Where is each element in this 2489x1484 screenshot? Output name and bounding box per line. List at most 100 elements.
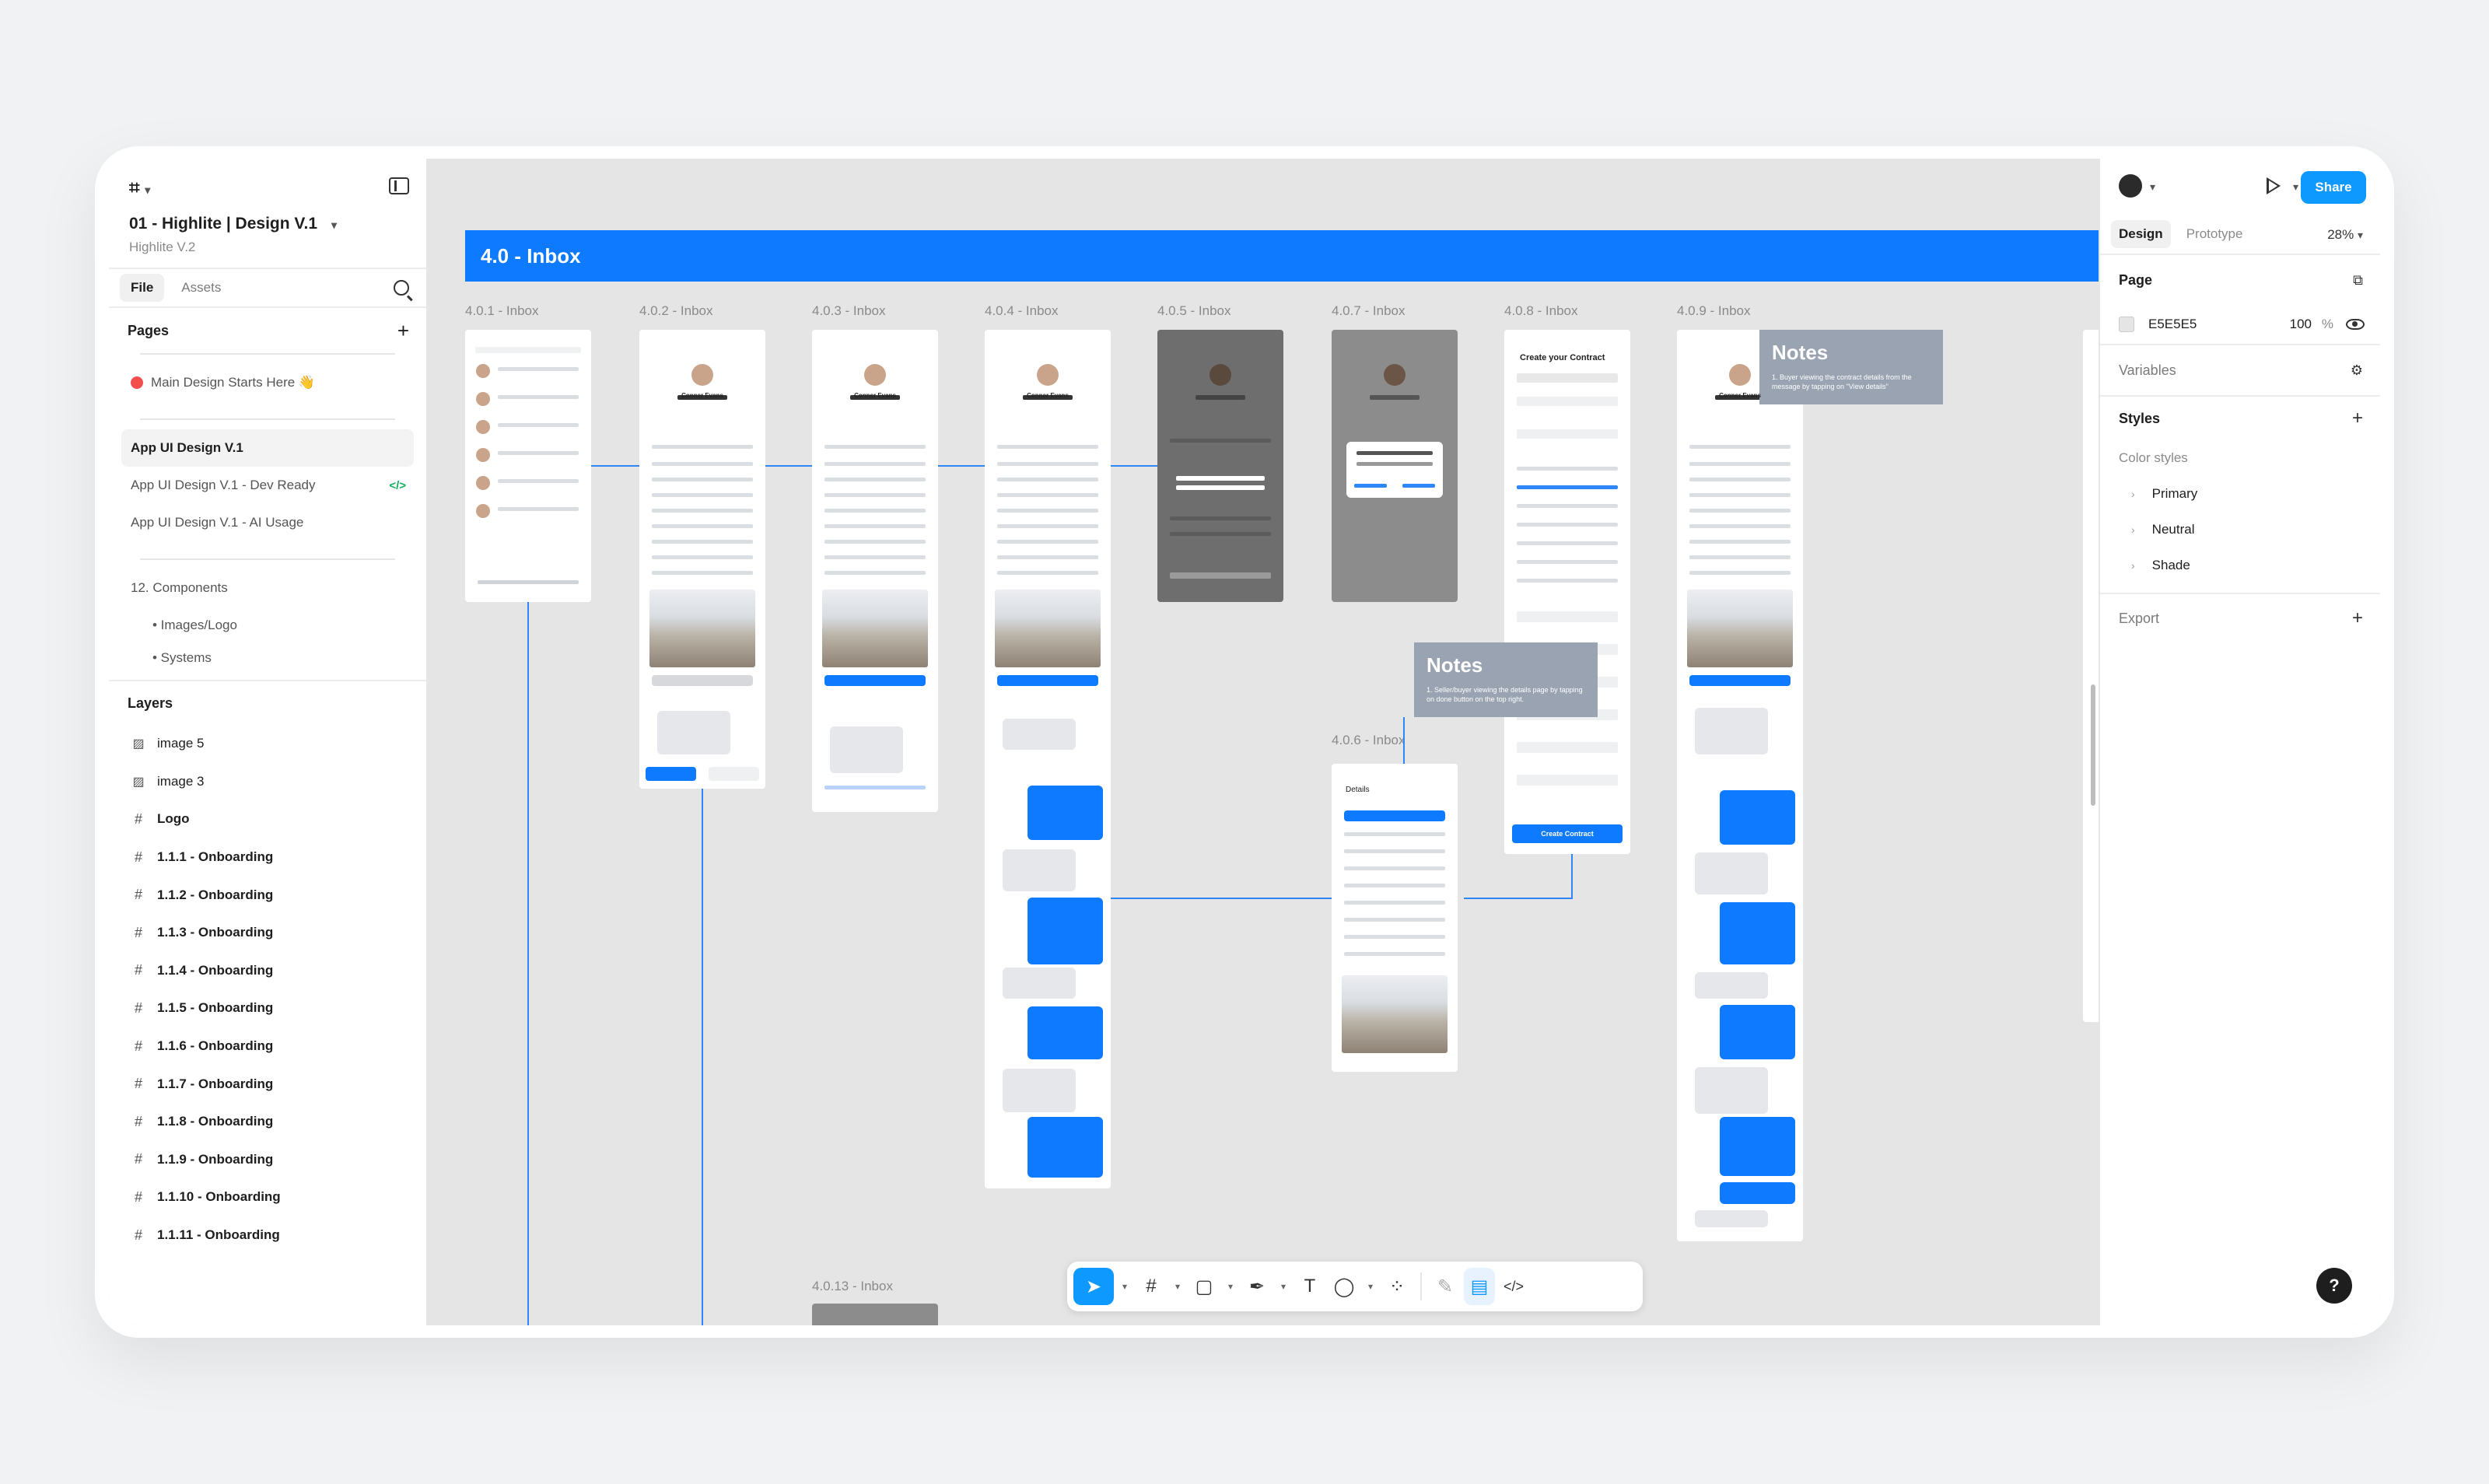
frame-label[interactable]: 4.0.2 - Inbox xyxy=(639,303,713,319)
layer-item[interactable]: ▨ image 3 xyxy=(109,763,426,801)
color-swatch[interactable] xyxy=(2119,317,2134,332)
frame-label[interactable]: 4.0.4 - Inbox xyxy=(985,303,1059,319)
screen-4-0-4[interactable] xyxy=(985,330,1111,1188)
create-contract-button[interactable]: Create Contract xyxy=(1511,824,1623,843)
notes-card[interactable]: Notes 1. Seller/buyer viewing the detail… xyxy=(1414,642,1598,717)
layer-item[interactable]: # Logo xyxy=(109,800,426,838)
screen-4-0-7[interactable] xyxy=(1332,330,1458,602)
screen-4-0-9[interactable] xyxy=(1677,330,1803,1241)
add-page-icon[interactable]: + xyxy=(397,320,409,341)
layer-item[interactable]: #1.1.10 - Onboarding xyxy=(109,1178,426,1216)
export-header[interactable]: Export + xyxy=(2100,593,2380,642)
text-tool-icon[interactable]: T xyxy=(1294,1268,1325,1305)
screen-4-0-3[interactable] xyxy=(812,330,938,812)
page-color-value[interactable]: E5E5E5 xyxy=(2148,317,2197,332)
chevron-down-icon[interactable]: ▾ xyxy=(1363,1268,1378,1305)
variables-header[interactable]: Variables ⚙ xyxy=(2100,345,2380,395)
tab-design[interactable]: Design xyxy=(2111,220,2171,248)
chevron-down-icon[interactable]: ▾ xyxy=(2150,180,2155,194)
search-icon[interactable] xyxy=(394,280,409,296)
screen-4-0-13[interactable] xyxy=(812,1304,938,1325)
layer-item[interactable]: #1.1.6 - Onboarding xyxy=(109,1027,426,1066)
frame-icon: # xyxy=(134,1188,142,1205)
frame-label[interactable]: 4.0.13 - Inbox xyxy=(812,1279,893,1294)
layer-item[interactable]: #1.1.8 - Onboarding xyxy=(109,1103,426,1141)
layer-label: 1.1.11 - Onboarding xyxy=(157,1227,280,1243)
page-item-components[interactable]: 12. Components xyxy=(121,569,414,607)
layer-item[interactable]: #1.1.9 - Onboarding xyxy=(109,1141,426,1179)
style-group-shade[interactable]: › Shade xyxy=(2100,548,2380,583)
design-mode-icon[interactable]: ▤ xyxy=(1464,1268,1495,1305)
share-button[interactable]: Share xyxy=(2301,171,2366,204)
present-play-icon[interactable] xyxy=(2267,177,2281,194)
screen-4-0-6[interactable]: Details xyxy=(1332,764,1458,1072)
frame-label[interactable]: 4.0.1 - Inbox xyxy=(465,303,539,319)
style-group-neutral[interactable]: › Neutral xyxy=(2100,512,2380,548)
section-title[interactable]: 4.0 - Inbox xyxy=(465,230,2099,282)
page-item-main-design[interactable]: Main Design Starts Here 👋 xyxy=(121,364,414,401)
notes-title: Notes xyxy=(1772,341,1829,364)
add-export-icon[interactable]: + xyxy=(2352,607,2363,629)
page-section-header: Page ⧉ xyxy=(2119,271,2363,289)
layer-item[interactable]: #1.1.1 - Onboarding xyxy=(109,838,426,877)
add-style-icon[interactable]: + xyxy=(2352,408,2363,429)
frame-label[interactable]: 4.0.3 - Inbox xyxy=(812,303,886,319)
page-item-systems[interactable]: • Systems xyxy=(121,644,414,672)
chevron-down-icon[interactable]: ▾ xyxy=(1117,1268,1132,1305)
zoom-level[interactable]: 28% ▾ xyxy=(2327,227,2363,243)
percent-sign: % xyxy=(2321,317,2333,331)
frame-label[interactable]: 4.0.5 - Inbox xyxy=(1157,303,1231,319)
chevron-down-icon[interactable]: ▾ xyxy=(1223,1268,1238,1305)
tab-prototype[interactable]: Prototype xyxy=(2179,220,2251,248)
page-item-images-logo[interactable]: • Images/Logo xyxy=(121,607,414,644)
rectangle-tool-icon[interactable]: ▢ xyxy=(1188,1268,1220,1305)
design-canvas[interactable]: 4.0 - Inbox 4.0.1 - Inbox 4.0.2 - Inbox … xyxy=(428,159,2099,1325)
move-tool-icon[interactable]: ➤ xyxy=(1073,1268,1114,1305)
page-item-app-ui-design[interactable]: App UI Design V.1 xyxy=(121,429,414,467)
dev-mode-icon: </> xyxy=(389,478,406,492)
pages-header: Pages + xyxy=(109,306,426,353)
tab-assets[interactable]: Assets xyxy=(170,274,232,302)
layer-item[interactable]: #1.1.4 - Onboarding xyxy=(109,952,426,990)
layer-item[interactable]: #1.1.2 - Onboarding xyxy=(109,876,426,914)
resources-tool-icon[interactable]: ⁘ xyxy=(1381,1268,1413,1305)
dev-mode-icon[interactable]: </> xyxy=(1498,1268,1529,1305)
comment-tool-icon[interactable]: ◯ xyxy=(1329,1268,1360,1305)
help-button[interactable]: ? xyxy=(2316,1268,2352,1304)
frame-label[interactable]: 4.0.7 - Inbox xyxy=(1332,303,1406,319)
file-title[interactable]: 01 - Highlite | Design V.1 ▾ xyxy=(129,215,337,233)
screen-4-0-8[interactable]: Create your Contract Create Contract xyxy=(1504,330,1630,854)
screen-4-0-5[interactable] xyxy=(1157,330,1283,602)
page-opacity-value[interactable]: 100 xyxy=(2290,317,2312,332)
screen-partial[interactable] xyxy=(2083,330,2099,1022)
page-settings-icon[interactable]: ⧉ xyxy=(2353,272,2363,289)
variables-icon[interactable]: ⚙ xyxy=(2351,362,2363,379)
tab-file[interactable]: File xyxy=(120,274,165,302)
eye-icon[interactable] xyxy=(2346,319,2365,330)
frame-label[interactable]: 4.0.8 - Inbox xyxy=(1504,303,1578,319)
page-item-ai-usage[interactable]: App UI Design V.1 - AI Usage xyxy=(121,504,414,541)
frame-tool-icon[interactable]: # xyxy=(1136,1268,1167,1305)
page-item-dev-ready[interactable]: App UI Design V.1 - Dev Ready </> xyxy=(121,467,414,504)
avatar[interactable] xyxy=(2119,174,2142,198)
layer-item[interactable]: #1.1.3 - Onboarding xyxy=(109,914,426,952)
frame-label[interactable]: 4.0.6 - Inbox xyxy=(1332,733,1406,748)
layer-item[interactable]: #1.1.11 - Onboarding xyxy=(109,1216,426,1255)
draw-mode-icon[interactable]: ✎ xyxy=(1430,1268,1461,1305)
pen-tool-icon[interactable]: ✒ xyxy=(1241,1268,1273,1305)
style-group-primary[interactable]: › Primary xyxy=(2100,476,2380,512)
chevron-right-icon: › xyxy=(2131,523,2135,536)
canvas-scrollbar[interactable] xyxy=(2091,684,2095,806)
frame-label[interactable]: 4.0.9 - Inbox xyxy=(1677,303,1751,319)
layer-item[interactable]: #1.1.5 - Onboarding xyxy=(109,989,426,1027)
page-fill-row[interactable]: E5E5E5 100 % xyxy=(2100,305,2380,345)
figma-menu-icon[interactable]: ⌗ ▾ xyxy=(129,177,150,199)
screen-4-0-1[interactable] xyxy=(465,330,591,602)
chevron-down-icon[interactable]: ▾ xyxy=(2293,180,2298,194)
sidebar-toggle-icon[interactable] xyxy=(389,177,409,194)
layer-item[interactable]: ▨ image 5 xyxy=(109,725,426,763)
layer-item[interactable]: #1.1.7 - Onboarding xyxy=(109,1065,426,1103)
chevron-down-icon[interactable]: ▾ xyxy=(1170,1268,1185,1305)
pages-list: Main Design Starts Here 👋 App UI Design … xyxy=(109,353,426,672)
chevron-down-icon[interactable]: ▾ xyxy=(1276,1268,1291,1305)
